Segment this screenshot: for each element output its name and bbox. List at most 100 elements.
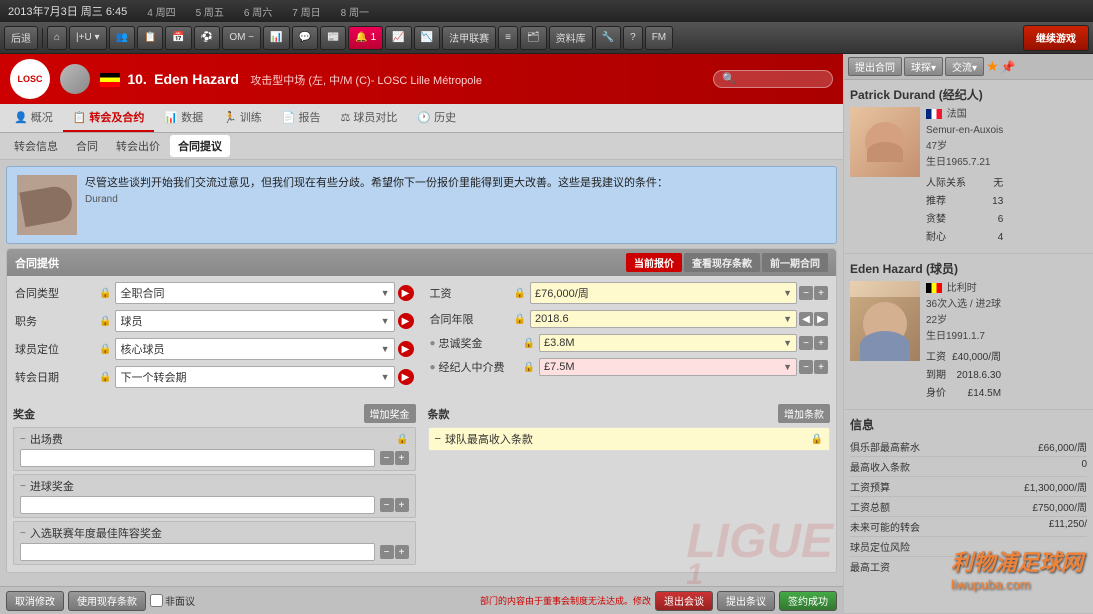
cancel-button[interactable]: 取消修改 [6, 591, 64, 611]
icon-btn-11[interactable]: 🗂 [520, 26, 547, 50]
offer-fields-grid: 合同类型 🔒 全职合同 ▼ ▶ 职务 � [7, 276, 836, 400]
pci-value: 身价 £14.5M [926, 385, 1001, 403]
bonus-plus-1[interactable]: + [395, 451, 409, 465]
pci-until-label: 到期 [926, 368, 946, 384]
conditions-header: 条款 增加条款 [428, 404, 831, 423]
bonus-minus-1[interactable]: − [380, 451, 394, 465]
af-plus-btn[interactable]: + [814, 360, 828, 374]
arrow-circle-4[interactable]: ▶ [398, 369, 414, 385]
dropdown-icon-wage[interactable]: ▼ [783, 288, 792, 298]
tab-stats[interactable]: 📊 数据 [154, 104, 213, 132]
cl-next-btn[interactable]: ▶ [814, 312, 828, 326]
cl-prev-btn[interactable]: ◀ [799, 312, 813, 326]
icon-btn-3[interactable]: 📅 [165, 26, 191, 50]
use-existing-button[interactable]: 使用现存条款 [68, 591, 146, 611]
dropdown-icon-3[interactable]: ▼ [381, 344, 390, 354]
lock-icon-b1: 🔒 [396, 434, 408, 445]
info-value-max-clause: 0 [1081, 459, 1087, 474]
bottom-bar-right: 退出会谈 提出条议 签约成功 [655, 591, 837, 611]
agent-stats: 人际关系 无 推荐 13 贪婪 6 [926, 175, 1003, 247]
icon-btn-4[interactable]: ⚽ [194, 26, 220, 50]
collapse-icon-3[interactable]: − [20, 528, 26, 539]
sub-tab-offer[interactable]: 合同提议 [170, 135, 230, 157]
fm-button[interactable]: FM [645, 26, 673, 50]
lock-icon-cl: 🔒 [514, 314, 526, 325]
arrow-circle-2[interactable]: ▶ [398, 313, 414, 329]
dropdown-icon-1[interactable]: ▼ [381, 288, 390, 298]
collapse-icon-1[interactable]: − [20, 434, 26, 445]
favorite-star-icon[interactable]: ★ [986, 58, 999, 75]
af-minus-btn[interactable]: − [799, 360, 813, 374]
icon-btn-9[interactable]: 📉 [414, 26, 440, 50]
resources-button[interactable]: 资料库 [549, 26, 593, 50]
icon-btn-5[interactable]: 📊 [263, 26, 289, 50]
notification-btn[interactable]: 🔔 1 [348, 26, 383, 50]
bonus-value-row-2: £3.8K − + [20, 496, 409, 514]
sub-tab-transfer-info[interactable]: 转会信息 [6, 135, 66, 157]
tab-compare[interactable]: ⚖ 球员对比 [331, 104, 408, 132]
exchange-btn[interactable]: 交流▾ [945, 57, 984, 76]
dropdown-icon-4[interactable]: ▼ [381, 372, 390, 382]
sub-tab-contract[interactable]: 合同 [68, 135, 106, 157]
contract-offer-title: 合同提供 [15, 255, 59, 271]
bonus-minus-3[interactable]: − [380, 545, 394, 559]
non-negotiable-checkbox[interactable]: 非面议 [150, 593, 195, 608]
agent-age: 47岁 [926, 139, 1003, 155]
icon-btn-8[interactable]: 📈 [385, 26, 411, 50]
bonus-plus-2[interactable]: + [395, 498, 409, 512]
icon-btn-2[interactable]: 📋 [137, 26, 163, 50]
tab-history[interactable]: 🕐 历史 [407, 104, 466, 132]
add-bonus-button[interactable]: 增加奖金 [364, 404, 416, 423]
add-conditions-button[interactable]: 增加条款 [778, 404, 830, 423]
sign-button[interactable]: 签约成功 [779, 591, 837, 611]
back-button[interactable]: 后退 [4, 26, 38, 50]
arrow-circle-3[interactable]: ▶ [398, 341, 414, 357]
negotiate-btn[interactable]: 球探▾ [904, 57, 943, 76]
continue-button[interactable]: 继续游戏 [1023, 25, 1089, 51]
offer-row-role: 职务 🔒 球员 ▼ ▶ [15, 310, 414, 332]
loyalty-minus-btn[interactable]: − [799, 336, 813, 350]
non-negotiable-check[interactable] [150, 594, 163, 607]
wage-minus-btn[interactable]: − [799, 286, 813, 300]
offer-tab-current[interactable]: 当前报价 [626, 253, 682, 272]
sub-tab-bid[interactable]: 转会出价 [108, 135, 168, 157]
bonus-plus-3[interactable]: + [395, 545, 409, 559]
league-button[interactable]: 法甲联赛 [442, 26, 496, 50]
toolbar: 后退 ⌂ |+U ▾ 👥 📋 📅 ⚽ OM ~ 📊 💬 📰 🔔 1 📈 📉 法甲… [0, 22, 1093, 54]
offer-tab-prev[interactable]: 前一期合同 [762, 253, 828, 272]
search-input[interactable] [713, 70, 833, 88]
bonus-value-input-3[interactable]: £375K [20, 543, 375, 561]
pin-icon[interactable]: 📌 [1001, 60, 1016, 74]
icon-btn-7[interactable]: 📰 [320, 26, 346, 50]
bonus-minus-2[interactable]: − [380, 498, 394, 512]
icon-btn-12[interactable]: 🔧 [595, 26, 621, 50]
help-button[interactable]: ? [623, 26, 643, 50]
dropdown-icon-cl[interactable]: ▼ [783, 314, 792, 324]
tab-transfer[interactable]: 📋 转会及合约 [63, 104, 155, 132]
collapse-icon-2[interactable]: − [20, 481, 26, 492]
icon-btn-1[interactable]: 👥 [109, 26, 135, 50]
offer-value-contract-length: 2018.6 ▼ [530, 310, 797, 328]
yu-button[interactable]: |+U ▾ [69, 26, 106, 50]
dropdown-icon-af[interactable]: ▼ [783, 362, 792, 372]
tab-report[interactable]: 📄 报告 [272, 104, 331, 132]
submit-offer-btn[interactable]: 提出合同 [848, 57, 902, 76]
home-button[interactable]: ⌂ [47, 26, 67, 50]
tab-overview[interactable]: 👤 概况 [4, 104, 63, 132]
tab-training[interactable]: 🏃 训练 [213, 104, 272, 132]
icon-btn-6[interactable]: 💬 [292, 26, 318, 50]
dropdown-icon-loyalty[interactable]: ▼ [783, 338, 792, 348]
om-button[interactable]: OM ~ [222, 26, 261, 50]
dropdown-icon-2[interactable]: ▼ [381, 316, 390, 326]
player-avatar-small [60, 64, 90, 94]
exit-talk-button[interactable]: 退出会谈 [655, 591, 713, 611]
arrow-circle-1[interactable]: ▶ [398, 285, 414, 301]
bonus-value-input-2[interactable]: £3.8K [20, 496, 375, 514]
icon-btn-10[interactable]: ≡ [498, 26, 518, 50]
bonus-item-appearance: − 出场费 🔒 £7.5K − + [13, 427, 416, 471]
wage-plus-btn[interactable]: + [814, 286, 828, 300]
loyalty-plus-btn[interactable]: + [814, 336, 828, 350]
bonus-value-input-1[interactable]: £7.5K [20, 449, 375, 467]
propose-button[interactable]: 提出条议 [717, 591, 775, 611]
offer-tab-existing[interactable]: 查看现存条款 [684, 253, 760, 272]
